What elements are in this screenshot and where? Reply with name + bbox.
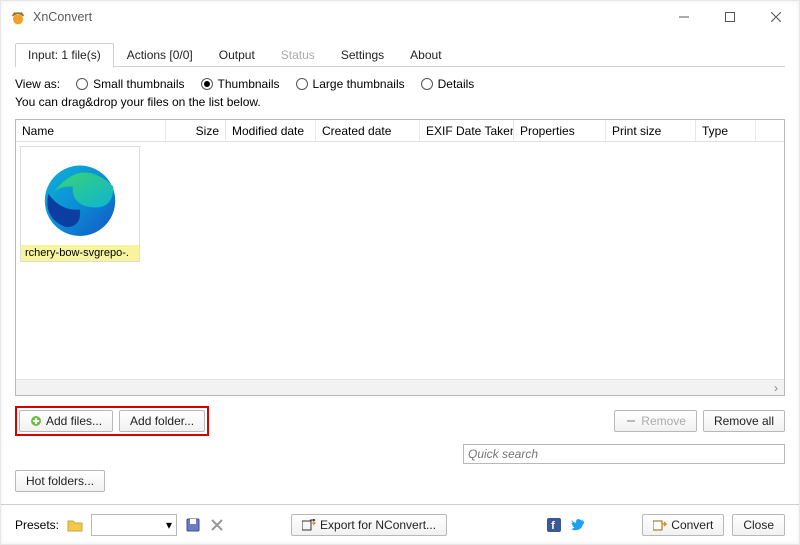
client-area: Input: 1 file(s) Actions [0/0] Output St…	[1, 33, 799, 504]
radio-details[interactable]: Details	[421, 77, 475, 91]
column-header[interactable]: Type	[696, 120, 756, 141]
folder-icon[interactable]	[67, 517, 83, 533]
add-files-button[interactable]: Add files...	[19, 410, 113, 432]
twitter-icon[interactable]	[570, 517, 586, 533]
app-window: XnConvert Input: 1 file(s) Actions [0/0]…	[0, 0, 800, 545]
radio-small-thumbnails[interactable]: Small thumbnails	[76, 77, 184, 91]
column-header[interactable]: Name	[16, 120, 166, 141]
hot-folders-button[interactable]: Hot folders...	[15, 470, 105, 492]
tab-label: Settings	[341, 48, 384, 62]
export-nconvert-button[interactable]: Export for NConvert...	[291, 514, 447, 536]
minus-icon	[625, 415, 637, 427]
tab-label: Output	[219, 48, 255, 62]
button-label: Add folder...	[130, 414, 194, 428]
tab-input[interactable]: Input: 1 file(s)	[15, 43, 114, 66]
quick-search-row	[15, 444, 785, 464]
column-header[interactable]: Size	[166, 120, 226, 141]
drag-drop-hint: You can drag&drop your files on the list…	[15, 95, 785, 109]
list-header: NameSizeModified dateCreated dateEXIF Da…	[16, 120, 784, 142]
presets-label: Presets:	[15, 518, 59, 532]
add-folder-button[interactable]: Add folder...	[119, 410, 205, 432]
column-header[interactable]: Print size	[606, 120, 696, 141]
convert-button[interactable]: Convert	[642, 514, 724, 536]
file-thumbnail-image	[30, 153, 130, 245]
maximize-button[interactable]	[707, 1, 753, 33]
file-list: NameSizeModified dateCreated dateEXIF Da…	[15, 119, 785, 396]
radio-label: Thumbnails	[218, 77, 280, 91]
close-button[interactable]: Close	[732, 514, 785, 536]
footer-bar: Presets: ▾ Export for NConvert... f	[1, 504, 799, 544]
quick-search-input[interactable]	[463, 444, 785, 464]
column-header[interactable]: Modified date	[226, 120, 316, 141]
list-scrollbar[interactable]: ›	[16, 379, 784, 395]
tab-output[interactable]: Output	[206, 43, 268, 66]
button-label: Hot folders...	[26, 474, 94, 488]
view-as-label: View as:	[15, 77, 60, 91]
titlebar: XnConvert	[1, 1, 799, 33]
button-label: Remove	[641, 414, 686, 428]
tab-label: Actions [0/0]	[127, 48, 193, 62]
app-title: XnConvert	[33, 10, 92, 24]
button-label: Add files...	[46, 414, 102, 428]
radio-large-thumbnails[interactable]: Large thumbnails	[296, 77, 405, 91]
svg-text:f: f	[551, 520, 555, 532]
button-label: Remove all	[714, 414, 774, 428]
radio-label: Details	[438, 77, 475, 91]
edge-like-icon	[35, 155, 125, 243]
radio-thumbnails[interactable]: Thumbnails	[201, 77, 280, 91]
app-icon	[9, 8, 27, 26]
minimize-button[interactable]	[661, 1, 707, 33]
column-header[interactable]: EXIF Date Taken	[420, 120, 514, 141]
radio-label: Small thumbnails	[93, 77, 184, 91]
column-header[interactable]: Created date	[316, 120, 420, 141]
tab-label: About	[410, 48, 441, 62]
chevron-down-icon: ▾	[166, 518, 172, 532]
delete-preset-icon[interactable]	[209, 517, 225, 533]
radio-icon	[421, 78, 433, 90]
convert-icon	[653, 519, 667, 531]
facebook-icon[interactable]: f	[546, 517, 562, 533]
tab-status: Status	[268, 43, 328, 66]
presets-select[interactable]: ▾	[91, 514, 177, 536]
save-preset-icon[interactable]	[185, 517, 201, 533]
button-label: Convert	[671, 518, 713, 532]
radio-icon	[201, 78, 213, 90]
tabstrip: Input: 1 file(s) Actions [0/0] Output St…	[15, 41, 785, 67]
column-header[interactable]: Properties	[514, 120, 606, 141]
file-thumbnail-caption: rchery-bow-svgrepo-.	[21, 245, 139, 261]
radio-icon	[76, 78, 88, 90]
view-as-row: View as: Small thumbnails Thumbnails Lar…	[15, 77, 785, 91]
button-label: Export for NConvert...	[320, 518, 436, 532]
below-list-toolbar: Add files... Add folder... Remove Remove…	[15, 406, 785, 436]
plus-icon	[30, 415, 42, 427]
chevron-right-icon: ›	[774, 381, 778, 395]
button-label: Close	[743, 518, 774, 532]
file-thumbnail[interactable]: rchery-bow-svgrepo-.	[20, 146, 140, 262]
remove-button[interactable]: Remove	[614, 410, 697, 432]
tab-settings[interactable]: Settings	[328, 43, 397, 66]
radio-icon	[296, 78, 308, 90]
tab-actions[interactable]: Actions [0/0]	[114, 43, 206, 66]
tab-label: Status	[281, 48, 315, 62]
export-icon	[302, 519, 316, 531]
tab-label: Input: 1 file(s)	[28, 48, 101, 62]
tab-about[interactable]: About	[397, 43, 454, 66]
list-body[interactable]: rchery-bow-svgrepo-.	[16, 142, 784, 379]
close-window-button[interactable]	[753, 1, 799, 33]
tutorial-highlight: Add files... Add folder...	[15, 406, 209, 436]
remove-all-button[interactable]: Remove all	[703, 410, 785, 432]
radio-label: Large thumbnails	[313, 77, 405, 91]
